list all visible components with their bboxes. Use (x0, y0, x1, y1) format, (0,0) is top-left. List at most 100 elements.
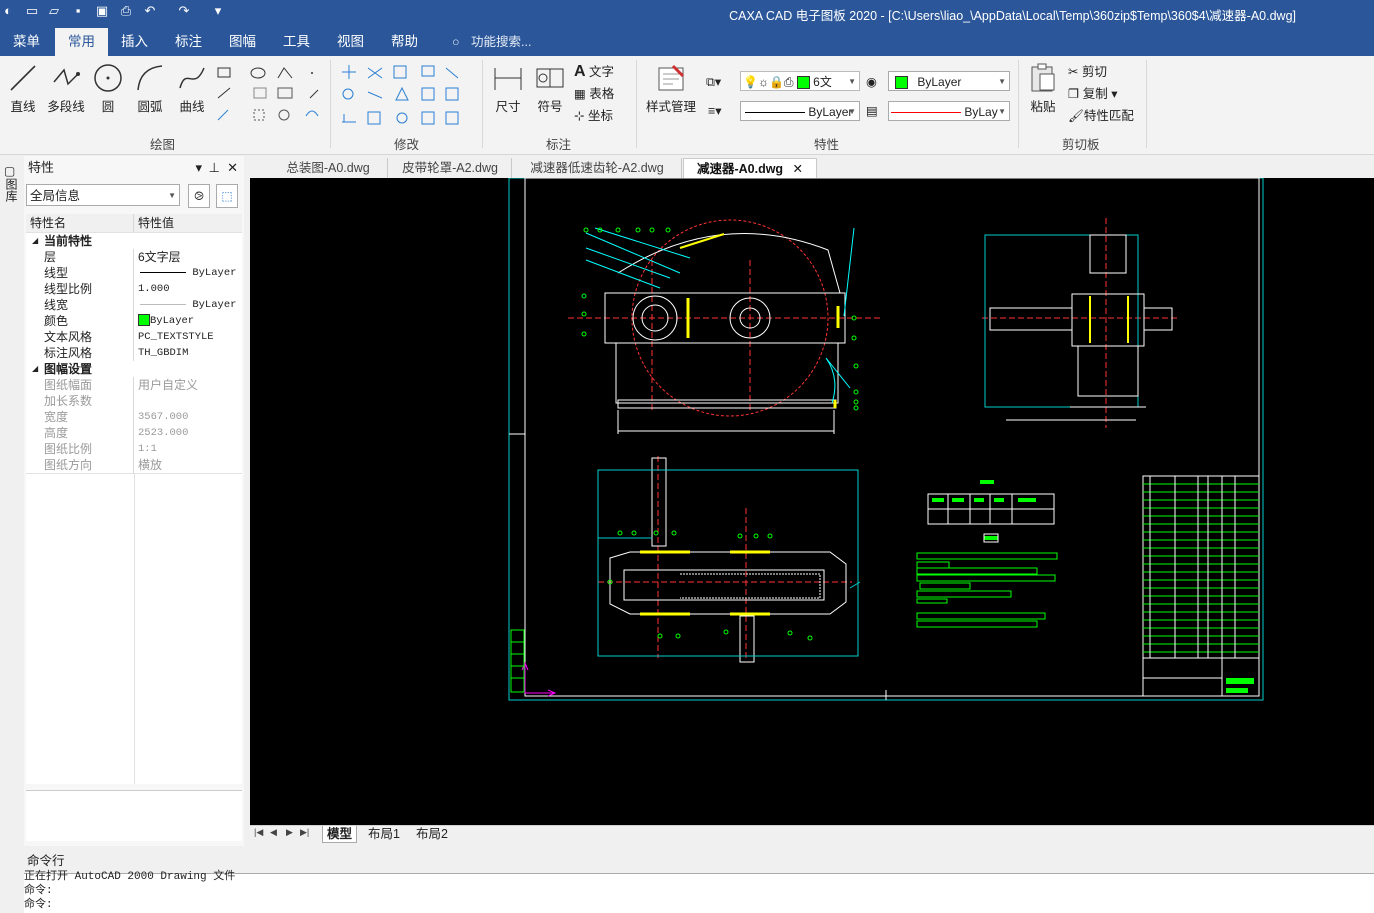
table-button[interactable]: ▦ 表格 (574, 84, 614, 104)
open-file-icon[interactable]: ▱ (46, 3, 62, 19)
customize-toolbar-icon[interactable]: ▾ (210, 3, 226, 19)
color-wheel-icon[interactable]: ◉ (866, 72, 877, 92)
save-icon[interactable]: ▪ (70, 3, 86, 19)
symbol-icon (536, 68, 564, 88)
polyline-button[interactable]: 多段线 (44, 62, 88, 115)
redo-icon[interactable]: ↷ (176, 3, 192, 19)
property-row[interactable]: 文本风格 PC_TEXTSTYLE (26, 329, 242, 346)
clipboard-group-label: 剪切板 (1062, 138, 1100, 152)
menu-help[interactable]: 帮助 (378, 28, 431, 56)
paste-icon (1031, 63, 1055, 92)
draw-small-tools-icon[interactable] (214, 64, 324, 128)
new-file-icon[interactable]: ▭ (24, 3, 40, 19)
tab-layout-1[interactable]: 布局1 (366, 826, 402, 842)
column-value-header: 特性值 (138, 216, 175, 230)
function-search[interactable]: ○ 功能搜索... (452, 28, 531, 56)
menu-view[interactable]: 视图 (324, 28, 377, 56)
menu-common[interactable]: 常用 (55, 28, 108, 56)
curve-label: 曲线 (179, 100, 205, 114)
command-line-header: 命令行 (24, 850, 1374, 872)
drawing-canvas[interactable] (250, 178, 1374, 825)
property-group-sheet[interactable]: 图幅设置 ◢ (26, 361, 242, 378)
modify-group-label: 修改 (394, 138, 420, 152)
print-icon[interactable]: ⎙ (118, 3, 134, 19)
property-value: ByLayer (192, 299, 237, 311)
properties-panel: 特性 ▾ ⊥ ✕ 全局信息 ▼ ⧁ ⬚ 特性名 特性值 当前特性 ◢ 层 6文字层 … (24, 156, 244, 846)
layer-manager-icon[interactable]: ⧉▾ (706, 72, 721, 92)
pin-icon[interactable]: ⊥ (209, 156, 220, 180)
copy-button[interactable]: ❐ 复制 ▾ (1068, 84, 1117, 104)
circle-button[interactable]: 圆 (92, 62, 124, 115)
linetype-preview (140, 271, 186, 273)
cut-button[interactable]: ✂ 剪切 (1068, 62, 1107, 82)
menu-annotate[interactable]: 标注 (162, 28, 215, 56)
dimension-label: 尺寸 (495, 100, 521, 114)
property-row[interactable]: 颜色 ByLayer (26, 313, 242, 330)
menu-sheet[interactable]: 图幅 (216, 28, 269, 56)
modify-tools-icon[interactable] (338, 64, 478, 130)
library-side-tab[interactable]: ▢ 图库 (4, 164, 20, 205)
curve-button[interactable]: 曲线 (174, 62, 210, 115)
layout-nav-last-icon[interactable]: ▶| (300, 827, 309, 838)
panel-dropdown-icon[interactable]: ▾ (195, 156, 202, 180)
property-group-current[interactable]: 当前特性 ◢ (26, 233, 242, 250)
text-button[interactable]: A 文字 (574, 62, 614, 82)
close-icon[interactable]: ✕ (227, 156, 238, 180)
layout-nav-first-icon[interactable]: |◀ (254, 827, 263, 838)
menu-insert[interactable]: 插入 (108, 28, 161, 56)
property-row: 高度 2523.000 (26, 425, 242, 442)
curve-icon (179, 67, 205, 89)
property-row[interactable]: 线型比例 1.000 (26, 281, 242, 298)
tab-doc-reducer[interactable]: 减速器-A0.dwg ✕ (683, 158, 817, 179)
menu-tools[interactable]: 工具 (270, 28, 323, 56)
paste-button[interactable]: 粘贴 (1026, 62, 1060, 115)
layer-combo[interactable]: 💡☼🔒⎙ 6文 ▼ (740, 71, 860, 91)
linetype-value: ByLayer (808, 105, 853, 119)
table-icon: ▦ (574, 87, 586, 101)
undo-icon[interactable]: ↶ (142, 3, 158, 19)
property-row[interactable]: 线型 ByLayer (26, 265, 242, 282)
property-row[interactable]: 线宽 ByLayer (26, 297, 242, 314)
property-group-name: 图幅设置 (44, 362, 93, 376)
menu-main[interactable]: 菜单 (0, 28, 53, 56)
properties-header: 特性 ▾ ⊥ ✕ (24, 156, 244, 180)
tab-doc-low-speed-gear[interactable]: 减速器低速齿轮-A2.dwg (513, 158, 682, 178)
lineweight-combo[interactable]: ByLay ▼ (888, 101, 1010, 121)
property-row[interactable]: 标注风格 TH_GBDIM (26, 345, 242, 362)
tab-doc-assembly[interactable]: 总装图-A0.dwg (269, 158, 388, 178)
lineweight-value: ByLay (964, 105, 998, 119)
line-button[interactable]: 直线 (6, 62, 40, 115)
layout-nav-next-icon[interactable]: ▶ (286, 827, 293, 838)
coordinate-button[interactable]: ⊹ 坐标 (574, 106, 613, 126)
command-line-title: 命令行 (27, 854, 65, 868)
property-row[interactable]: 层 6文字层 (26, 249, 242, 266)
save-as-icon[interactable]: ▣ (94, 3, 110, 19)
property-value: ByLayer (192, 267, 237, 279)
lineweight-icon[interactable]: ▤ (866, 101, 878, 121)
symbol-button[interactable]: 符号 (534, 62, 566, 115)
style-manage-button[interactable]: 样式管理 (642, 62, 700, 115)
layout-nav-prev-icon[interactable]: ◀ (270, 827, 277, 838)
tab-doc-belt-cover[interactable]: 皮带轮罩-A2.dwg (389, 158, 512, 178)
parts-list-title-block (1142, 475, 1260, 697)
color-combo[interactable]: ByLayer ▼ (888, 71, 1010, 91)
arc-button[interactable]: 圆弧 (132, 62, 168, 115)
select-objects-icon[interactable]: ⬚ (216, 184, 238, 208)
dimension-button[interactable]: 尺寸 (492, 62, 524, 115)
linetype-manager-icon[interactable]: ≡▾ (708, 101, 722, 121)
tab-layout-2[interactable]: 布局2 (414, 826, 450, 842)
command-line-output[interactable]: 正在打开 AutoCAD 2000 Drawing 文件 命令: 命令: (24, 871, 1374, 913)
property-value: 2523.000 (138, 427, 189, 439)
quick-select-icon[interactable]: ⧁ (188, 184, 210, 208)
object-selector[interactable]: 全局信息 ▼ (26, 184, 180, 206)
match-properties-button[interactable]: 🖌特性匹配 (1068, 106, 1134, 126)
close-icon[interactable]: ✕ (793, 162, 803, 176)
app-logo-icon[interactable]: ◐ (0, 3, 16, 19)
properties-group-label: 特性 (814, 138, 840, 152)
annotate-group-label: 标注 (546, 138, 572, 152)
style-manage-label: 样式管理 (645, 100, 696, 114)
linetype-combo[interactable]: ByLayer ▼ (740, 101, 860, 121)
property-name: 加长系数 (26, 393, 134, 409)
tab-layout-model[interactable]: 模型 (322, 826, 358, 843)
arc-label: 圆弧 (137, 100, 163, 114)
